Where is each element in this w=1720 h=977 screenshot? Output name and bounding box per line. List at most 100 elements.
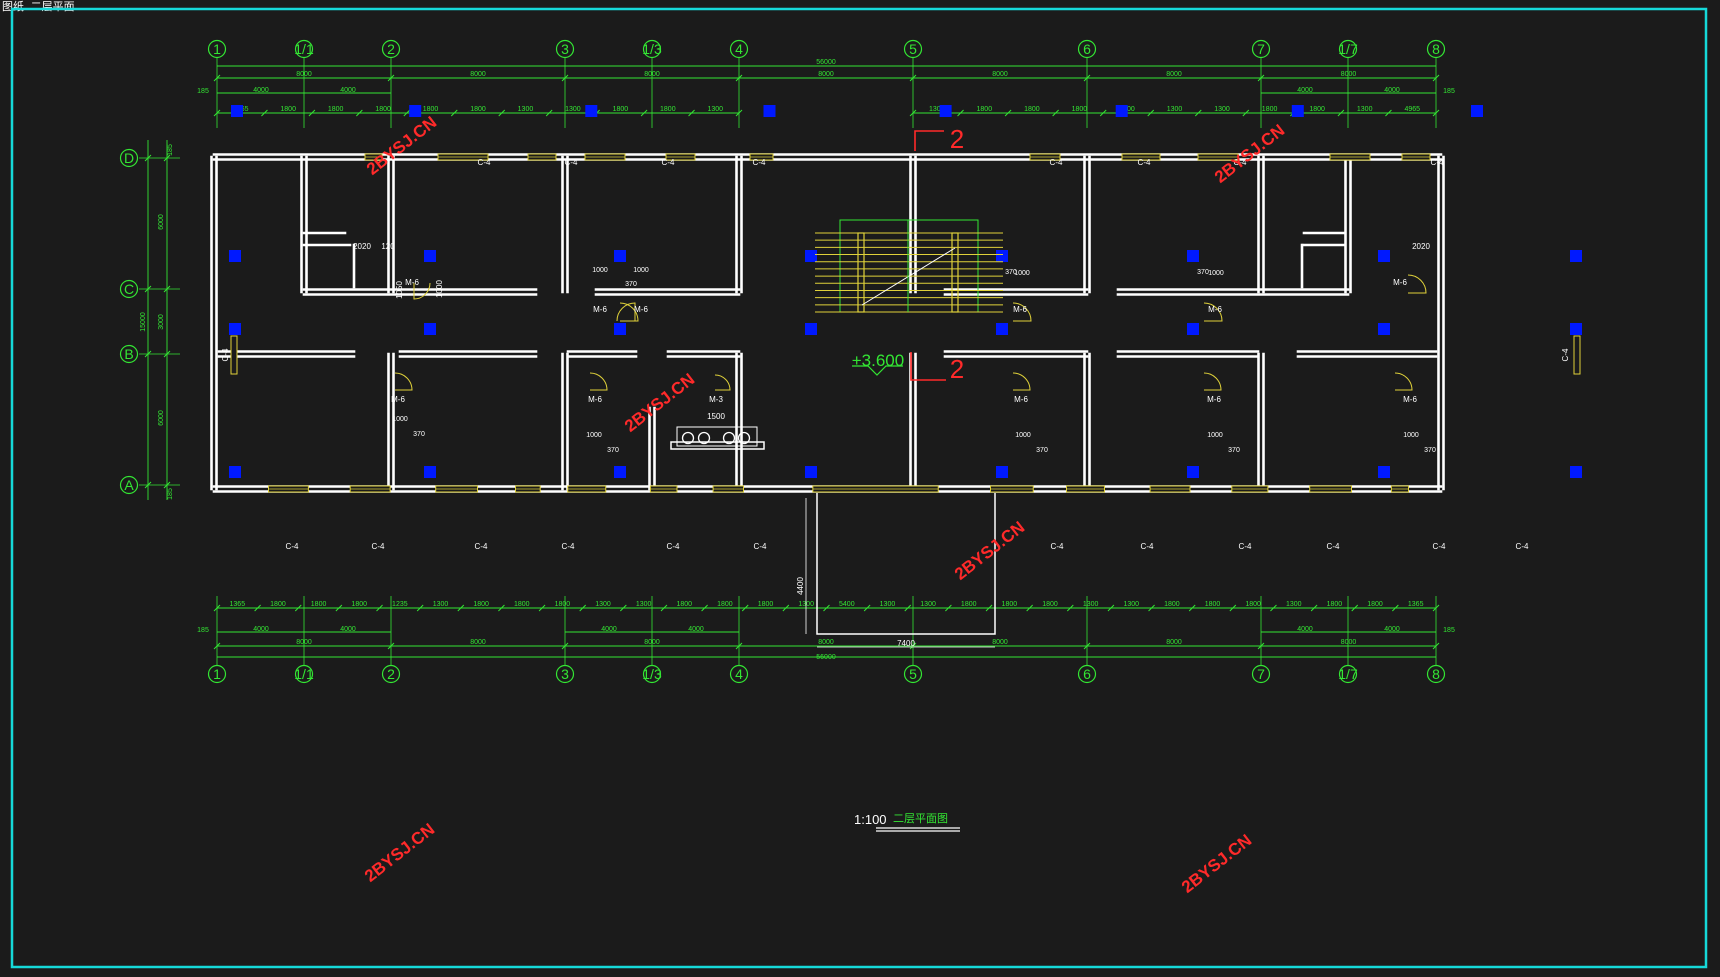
bay-dim-bottom-2: 8000 [644, 639, 660, 646]
sub-dim-tr-1: 4000 [1297, 87, 1313, 94]
grid-label-bottom-8: 7 [1257, 666, 1265, 682]
toilet-dim-left-depth: 1050 [395, 281, 404, 299]
grid-label-top-0: 1 [213, 41, 221, 57]
stair-outline [839, 219, 979, 313]
window-label-north-2: C-4 [662, 158, 675, 167]
bay-dim-bottom-4: 8000 [992, 639, 1008, 646]
left-dim-ba: 6000 [158, 410, 165, 426]
detail-dim-bottom-21: 1300 [1083, 601, 1099, 608]
left-dim-total: 15000 [140, 312, 147, 332]
grid-label-bottom-1: 1/1 [294, 666, 314, 682]
edge-dim-br: 185 [1443, 627, 1455, 634]
grid-label-bottom-10: 8 [1432, 666, 1440, 682]
door-swing-s7 [1394, 372, 1413, 391]
bay-dim-bottom-6: 8000 [1341, 639, 1357, 646]
toilet-dim-left-wall: 120 [381, 242, 395, 251]
detail-dim-top-left-7: 1300 [565, 106, 581, 113]
detail-dim-bottom-25: 1800 [1245, 601, 1261, 608]
column-a-1 [424, 466, 436, 478]
door-offset-south-0: 370 [413, 431, 425, 438]
door-width-south-1: 1000 [586, 432, 602, 439]
detail-dim-bottom-8: 1800 [555, 601, 571, 608]
grid-label-bottom-2: 2 [387, 666, 395, 682]
bay-dim-top-0: 8000 [296, 71, 312, 78]
grid-label-top-2: 2 [387, 41, 395, 57]
drawing-title-block: 1:100 二层平面图 [854, 812, 960, 832]
column-b-7 [1570, 323, 1582, 335]
grid-bubble-layer: 1 1 1/1 1/1 2 2 3 3 1/3 1/3 4 4 5 5 6 6 7 7 1/7 1/7 8 8 D C B A [119, 39, 1446, 684]
toilet-dim-left-door: 1000 [435, 280, 444, 298]
detail-dim-bottom-26: 1300 [1286, 601, 1302, 608]
column-a-2 [614, 466, 626, 478]
detail-dim-bottom-3: 1800 [351, 601, 367, 608]
detail-dim-bottom-20: 1800 [1042, 601, 1058, 608]
detail-dim-top-right-6: 1300 [1214, 106, 1230, 113]
window-label-south-10: C-4 [1433, 542, 1446, 551]
detail-dim-top-left-2: 1800 [328, 106, 344, 113]
detail-dim-bottom-1: 1800 [270, 601, 286, 608]
stair-handrail-right [951, 232, 959, 313]
detail-dim-top-left-10: 1300 [707, 106, 723, 113]
detail-dim-bottom-15: 5400 [839, 601, 855, 608]
column-c-3 [805, 250, 817, 262]
grid-label-top-6: 5 [909, 41, 917, 57]
detail-dim-bottom-12: 1800 [717, 601, 733, 608]
bay-dim-top-2: 8000 [644, 71, 660, 78]
door-label-n2: M-6 [405, 278, 419, 287]
window-label-south-9: C-4 [1327, 542, 1340, 551]
window-label-south-11: C-4 [1516, 542, 1529, 551]
toilet-dim-right-width: 2020 [1412, 242, 1430, 251]
left-edge-top: 185 [167, 144, 174, 156]
column-b-4 [996, 323, 1008, 335]
floor-plan-sheet: 5600056000800080008000800080008000800080… [10, 7, 1708, 969]
bay-dim-bottom-1: 8000 [470, 639, 486, 646]
window-label-south-7: C-4 [1141, 542, 1154, 551]
column-a-4 [996, 466, 1008, 478]
detail-dim-bottom-4: 1235 [392, 601, 408, 608]
grid-label-bottom-0: 1 [213, 666, 221, 682]
grid-label-top-4: 1/3 [642, 41, 662, 57]
edge-dim-bl: 185 [197, 627, 209, 634]
detail-dim-bottom-6: 1800 [473, 601, 489, 608]
detail-dim-bottom-22: 1300 [1123, 601, 1139, 608]
door-width-south-3: 1000 [1207, 432, 1223, 439]
detail-dim-top-left-9: 1800 [660, 106, 676, 113]
window-label-north-4: C-4 [1050, 158, 1063, 167]
window-label-south-8: C-4 [1239, 542, 1252, 551]
column-a-3 [805, 466, 817, 478]
section-mark-bottom-number: 2 [950, 354, 964, 384]
door-label-sw1: M-6 [391, 395, 405, 404]
left-dim-cb: 3000 [158, 314, 165, 330]
grid-label-top-3: 3 [561, 41, 569, 57]
door-offset-north-1: 370 [1005, 269, 1017, 276]
detail-dim-bottom-5: 1300 [433, 601, 449, 608]
detail-dim-bottom-27: 1800 [1327, 601, 1343, 608]
detail-dim-bottom-7: 1800 [514, 601, 530, 608]
drawing-title-text: 二层平面图 [893, 812, 948, 825]
detail-dim-top-right-7: 1800 [1262, 106, 1278, 113]
stair [815, 219, 1003, 313]
column-c-5 [1187, 250, 1199, 262]
window-label-north-7: C-4 [1431, 158, 1444, 167]
toilet-dim-left-width: 2020 [353, 242, 371, 251]
column-b-2 [614, 323, 626, 335]
door-label-sw2: M-6 [588, 395, 602, 404]
detail-dim-bottom-9: 1300 [595, 601, 611, 608]
column-b-0 [229, 323, 241, 335]
door-width-south-0: 1000 [392, 416, 408, 423]
detail-dim-bottom-11: 1800 [676, 601, 692, 608]
sub-dim-bm-1: 4000 [601, 626, 617, 633]
window-label-south-0: C-4 [286, 542, 299, 551]
sub-dim-tl-2: 4000 [340, 87, 356, 94]
detail-dim-top-left-1: 1800 [280, 106, 296, 113]
window-label-west: C-4 [221, 348, 230, 361]
grid-label-top-1: 1/1 [294, 41, 314, 57]
detail-dim-top-right-10: 4965 [1404, 106, 1420, 113]
door-offset-south-1: 370 [607, 447, 619, 454]
column-b-5 [1187, 323, 1199, 335]
detail-dim-top-left-3: 1800 [375, 106, 391, 113]
left-dim-dc: 6000 [158, 214, 165, 230]
column-c-1 [424, 250, 436, 262]
annotation-layer: 2 2 +3.600 2BYSJ.CN 2BYSJ.CN 2BYSJ.CN 2BYSJ.CN… [361, 113, 1288, 897]
sub-dim-tr-2: 4000 [1384, 87, 1400, 94]
